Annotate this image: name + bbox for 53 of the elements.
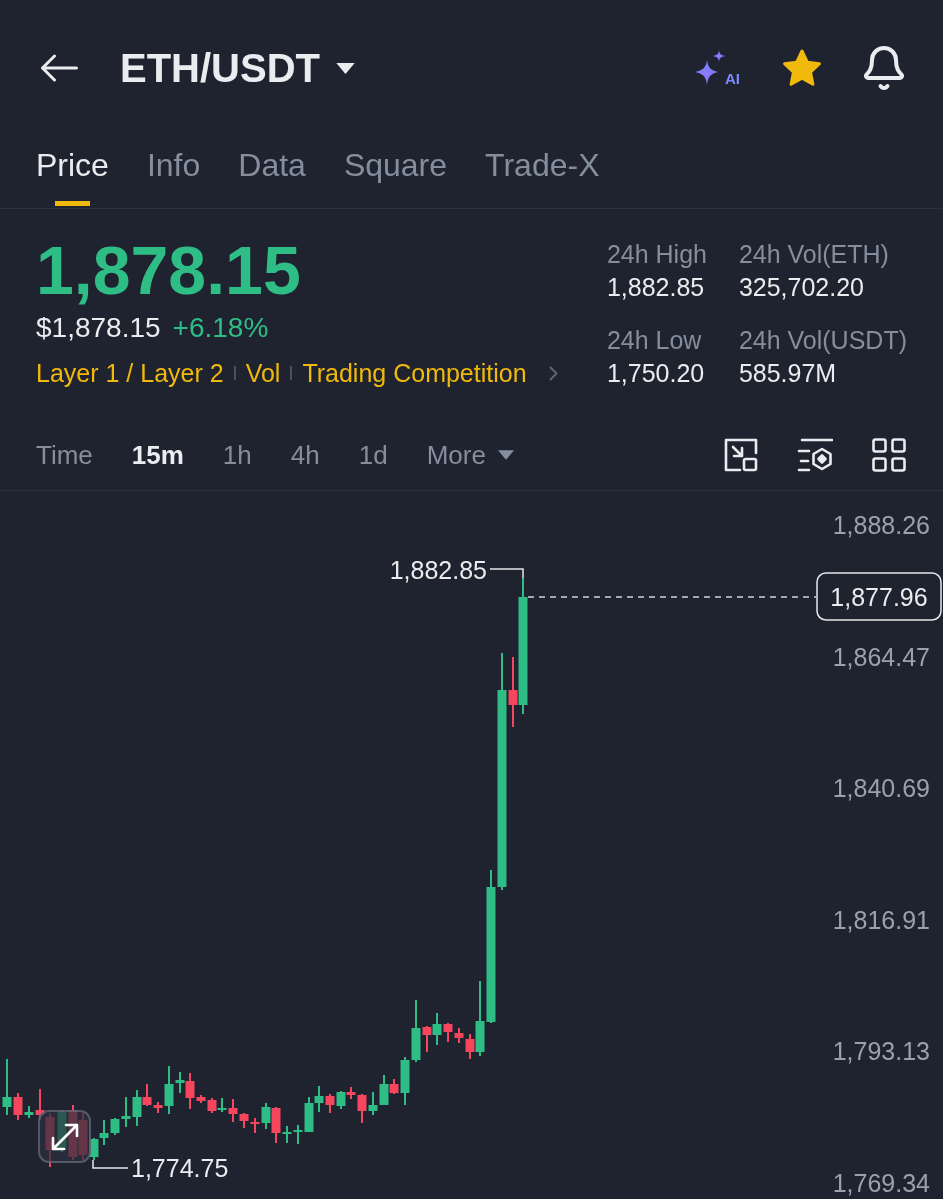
tab[interactable]: Square	[343, 136, 448, 208]
back-arrow-icon[interactable]	[40, 54, 78, 82]
pair-selector[interactable]: ETH/USDT	[120, 44, 355, 92]
stat-label: 24h Vol(USDT)	[738, 325, 907, 356]
frame-arrow-icon[interactable]	[724, 437, 758, 472]
candle	[368, 1092, 378, 1115]
tag-link[interactable]: Layer 1 / Layer 2	[36, 357, 224, 389]
ai-button[interactable]: AI	[695, 50, 740, 86]
tab[interactable]: Price	[36, 136, 109, 208]
stat-label: 24h Low	[606, 325, 703, 356]
interval-option[interactable]: 15m	[131, 437, 184, 472]
tab[interactable]: Trade-X	[485, 136, 600, 208]
interval-option[interactable]: 1d	[358, 437, 388, 472]
stat-value: 325,702.20	[738, 272, 865, 303]
stat-label: 24h Vol(ETH)	[738, 239, 890, 270]
stat-value: 1,750.20	[606, 358, 706, 389]
tab[interactable]: Info	[146, 136, 201, 208]
grid-icon[interactable]	[872, 437, 906, 472]
caret-down-icon	[497, 449, 514, 460]
price-axis-label: 1,793.13	[832, 1037, 930, 1065]
price-axis-label: 1,888.26	[832, 511, 930, 539]
star-icon[interactable]	[782, 49, 822, 87]
interval-option[interactable]: More	[426, 437, 514, 472]
stat-label: 24h High	[606, 239, 708, 270]
high-price-label: 1,882.85	[389, 556, 487, 584]
low-price-label: 1,774.75	[131, 1154, 229, 1182]
candle	[314, 1086, 324, 1112]
stat-value: 1,882.85	[606, 272, 706, 303]
sparkle-icon	[695, 50, 725, 86]
price-axis-label: 1,816.91	[832, 905, 930, 934]
current-price-tag: 1,877.96	[816, 572, 942, 621]
price-axis-label: 1,864.47	[832, 642, 930, 671]
tag-link[interactable]: Vol	[245, 357, 281, 389]
leader-line	[92, 1159, 129, 1169]
fiat-price: $1,878.15	[36, 312, 161, 344]
leader-line	[489, 568, 524, 579]
caret-down-icon	[336, 62, 355, 74]
indicators-icon[interactable]	[797, 437, 833, 472]
chevron-right-icon[interactable]	[548, 365, 558, 381]
expand-icon	[49, 1121, 80, 1152]
interval-option[interactable]: Time	[36, 437, 93, 472]
tab[interactable]: Data	[238, 136, 306, 208]
bell-icon[interactable]	[864, 46, 904, 90]
interval-option[interactable]: 1h	[222, 437, 252, 472]
price-axis-label: 1,769.34	[832, 1168, 930, 1197]
tag-link[interactable]: Trading Competition	[302, 357, 527, 389]
stat-value: 585.97M	[738, 358, 838, 389]
price-axis-label: 1,840.69	[832, 774, 930, 802]
price-change: +6.18%	[172, 312, 269, 344]
interval-option[interactable]: 4h	[290, 437, 320, 472]
last-price: 1,878.15	[36, 233, 301, 307]
expand-button[interactable]	[38, 1110, 91, 1163]
candle	[325, 1094, 335, 1113]
